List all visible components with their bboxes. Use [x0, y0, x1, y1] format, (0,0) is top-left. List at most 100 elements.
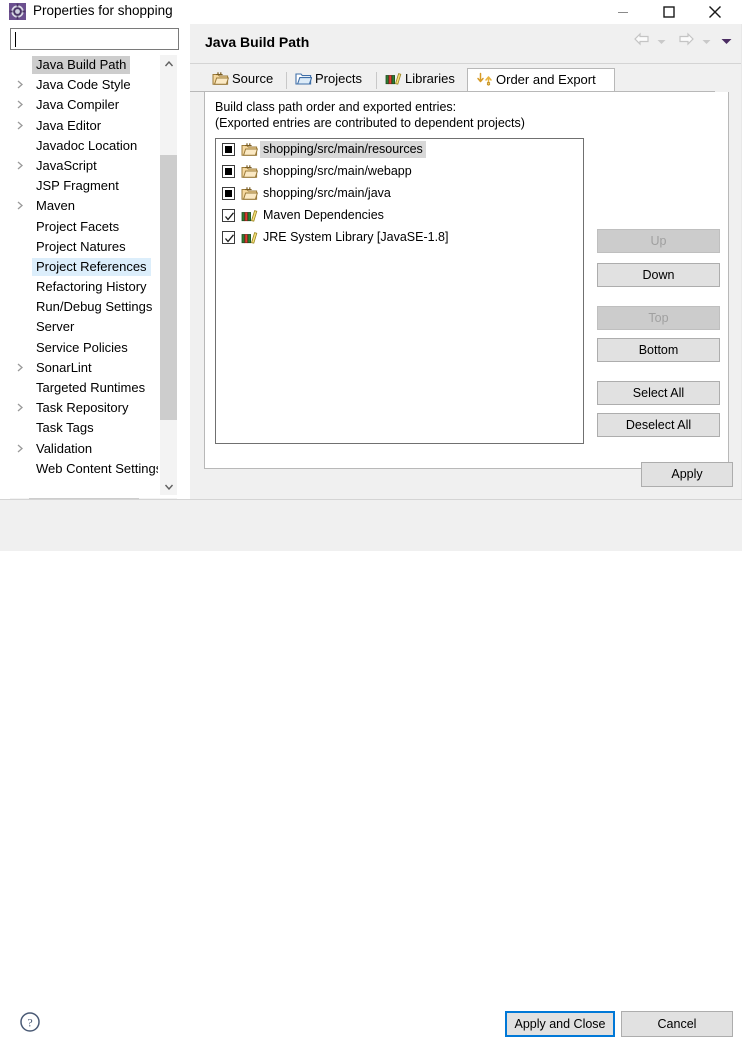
library-books-icon [241, 230, 258, 245]
sidebar-item-targeted-runtimes[interactable]: Targeted Runtimes [10, 378, 158, 398]
description-line-2: (Exported entries are contributed to dep… [215, 116, 525, 130]
sidebar-item-validation[interactable]: Validation [10, 439, 158, 459]
apply-button[interactable]: Apply [641, 462, 733, 487]
close-icon[interactable] [692, 0, 738, 24]
tab-order-and-export[interactable]: Order and Export [467, 68, 615, 92]
library-books-icon [385, 71, 402, 86]
sidebar-item-task-repository[interactable]: Task Repository [10, 398, 158, 418]
checkbox-partial[interactable] [222, 143, 235, 156]
sidebar-item-web-content-settings[interactable]: Web Content Settings [10, 459, 158, 479]
checkbox-checked[interactable] [222, 231, 235, 244]
settings-tree[interactable]: Java Build Path Java Code Style Java Compi… [10, 55, 158, 495]
sidebar-item-project-facets[interactable]: Project Facets [10, 217, 158, 237]
sidebar-item-project-natures[interactable]: Project Natures [10, 237, 158, 257]
source-folder-icon [241, 142, 259, 157]
scroll-up-icon[interactable] [160, 55, 177, 72]
dialog-footer: ? Apply and Close Cancel [0, 500, 742, 1037]
chevron-right-icon[interactable] [16, 100, 25, 109]
minimize-button[interactable] [600, 0, 646, 24]
scrollbar-thumb[interactable] [160, 155, 177, 420]
maximize-button[interactable] [646, 0, 692, 24]
tab-source[interactable]: Source [204, 68, 286, 92]
properties-dialog: Properties for shopping Java Build Path J… [0, 0, 742, 1037]
list-item[interactable]: shopping/src/main/webapp [216, 161, 583, 183]
open-folder-icon [295, 71, 313, 86]
checkbox-partial[interactable] [222, 165, 235, 178]
help-icon[interactable]: ? [19, 1011, 41, 1033]
text-caret [15, 32, 16, 47]
sidebar-item-java-compiler[interactable]: Java Compiler [10, 95, 158, 115]
down-button[interactable]: Down [597, 263, 720, 287]
deselect-all-button[interactable]: Deselect All [597, 413, 720, 437]
sidebar-item-label: JSP Fragment [36, 178, 119, 194]
sidebar-item-run-debug-settings[interactable]: Run/Debug Settings [10, 297, 158, 317]
back-dropdown-chevron-down-icon[interactable] [657, 34, 666, 48]
list-item[interactable]: shopping/src/main/resources [216, 139, 583, 161]
sidebar-item-label: Run/Debug Settings [36, 299, 153, 315]
cancel-button[interactable]: Cancel [621, 1011, 733, 1037]
description-line-1: Build class path order and exported entr… [215, 100, 457, 114]
chevron-right-icon[interactable] [16, 403, 25, 412]
sidebar-item-java-code-style[interactable]: Java Code Style [10, 75, 158, 95]
chevron-right-icon[interactable] [16, 363, 25, 372]
checkbox-checked[interactable] [222, 209, 235, 222]
tree-vertical-scrollbar[interactable] [160, 55, 177, 495]
tab-libraries[interactable]: Libraries [377, 68, 466, 92]
forward-dropdown-chevron-down-icon[interactable] [702, 34, 711, 48]
tab-projects[interactable]: Projects [287, 68, 376, 92]
sidebar-item-label: Targeted Runtimes [36, 380, 146, 395]
view-menu-chevron-down-icon[interactable] [721, 34, 732, 48]
list-item[interactable]: JRE System Library [JavaSE-1.8] [216, 227, 583, 249]
sidebar-item-javadoc-location[interactable]: Javadoc Location [10, 136, 158, 156]
sidebar-item-label: Service Policies [36, 339, 128, 355]
back-icon[interactable] [633, 32, 650, 49]
order-export-arrows-icon [476, 72, 492, 87]
header-divider [190, 63, 742, 64]
sidebar-item-project-references[interactable]: Project References [10, 257, 158, 277]
title-bar: Properties for shopping [0, 0, 742, 24]
sidebar-item-label: Java Compiler [36, 97, 120, 113]
sidebar-item-label: Maven [36, 198, 76, 214]
sidebar-item-refactoring-history[interactable]: Refactoring History [10, 277, 158, 297]
source-folder-icon [241, 164, 259, 179]
sidebar-item-sonarlint[interactable]: SonarLint [10, 358, 158, 378]
sidebar-item-server[interactable]: Server [10, 317, 158, 337]
chevron-right-icon[interactable] [16, 80, 25, 89]
scroll-down-icon[interactable] [160, 478, 177, 495]
chevron-right-icon[interactable] [16, 161, 25, 170]
list-item[interactable]: Maven Dependencies [216, 205, 583, 227]
order-and-export-panel: Build class path order and exported entr… [204, 92, 729, 469]
bottom-button[interactable]: Bottom [597, 338, 720, 362]
search-input[interactable] [10, 28, 179, 50]
sidebar-item-label: Project References [32, 257, 151, 276]
tab-label: Order and Export [496, 72, 596, 87]
forward-icon[interactable] [678, 32, 695, 49]
sidebar-item-label: JavaScript [36, 157, 97, 173]
select-all-button[interactable]: Select All [597, 381, 720, 405]
chevron-right-icon[interactable] [16, 121, 25, 130]
sidebar-item-task-tags[interactable]: Task Tags [10, 418, 158, 438]
sidebar-item-label: Web Content Settings [36, 460, 158, 476]
checkbox-partial[interactable] [222, 187, 235, 200]
sidebar-item-maven[interactable]: Maven [10, 196, 158, 216]
source-folder-icon [241, 186, 259, 201]
chevron-right-icon[interactable] [16, 201, 25, 210]
sidebar-item-service-policies[interactable]: Service Policies [10, 338, 158, 358]
sidebar-item-javascript[interactable]: JavaScript [10, 156, 158, 176]
sidebar-item-java-editor[interactable]: Java Editor [10, 116, 158, 136]
sidebar-item-jsp-fragment[interactable]: JSP Fragment [10, 176, 158, 196]
top-button: Top [597, 306, 720, 330]
classpath-entries-list[interactable]: shopping/src/main/resources shopping/src/… [215, 138, 584, 444]
apply-and-close-button[interactable]: Apply and Close [505, 1011, 615, 1037]
sidebar-item-java-build-path[interactable]: Java Build Path [10, 55, 158, 75]
list-item[interactable]: shopping/src/main/java [216, 183, 583, 205]
settings-content-pane: Java Build Path Source Projects Librarie… [190, 24, 742, 469]
list-item-label: JRE System Library [JavaSE-1.8] [263, 230, 449, 244]
chevron-right-icon[interactable] [16, 444, 25, 453]
sidebar-item-label: Project Natures [36, 238, 126, 254]
tab-bar[interactable]: Source Projects Libraries Order and Export [204, 68, 729, 92]
sidebar-item-label: Java Editor [36, 117, 102, 133]
sidebar-item-label: Java Code Style [36, 77, 131, 93]
sidebar-item-label: Task Repository [36, 400, 129, 416]
sidebar-item-label: Javadoc Location [36, 137, 138, 153]
